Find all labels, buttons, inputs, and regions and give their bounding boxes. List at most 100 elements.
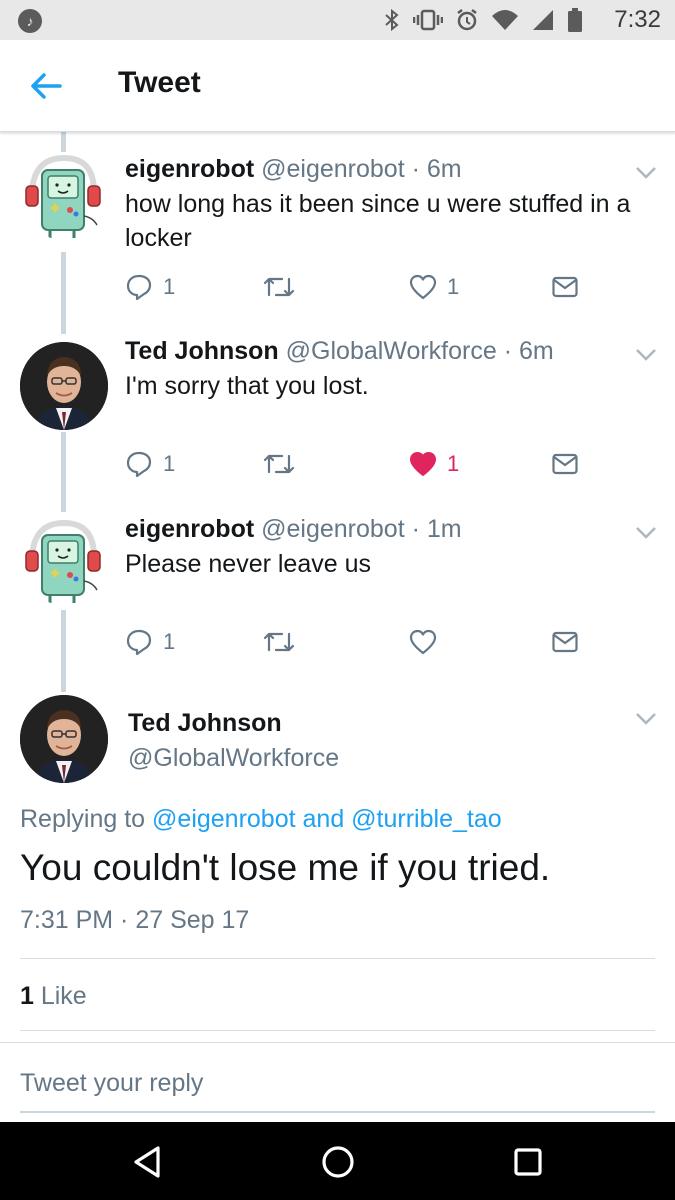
chevron-down-icon[interactable] (635, 526, 657, 540)
tweet-time: · 6m (496, 337, 554, 365)
tweet-actions: 1 1 (125, 272, 585, 302)
focused-author-name[interactable]: Ted Johnson (128, 709, 282, 738)
tweet-actions: 1 (125, 627, 585, 657)
author-handle[interactable]: @eigenrobot (261, 155, 405, 183)
dm-button[interactable] (551, 272, 579, 302)
bmo-avatar-icon (25, 519, 101, 603)
focused-tweet-text: You couldn't lose me if you tried. (20, 847, 551, 888)
chevron-down-icon[interactable] (635, 712, 657, 726)
back-arrow-icon (31, 73, 62, 99)
retweet-button[interactable] (262, 449, 306, 479)
mention-link[interactable]: @eigenrobot (152, 805, 296, 833)
tweet-time: · 1m (404, 515, 462, 543)
status-time: 7:32 (614, 6, 661, 33)
retweet-icon (263, 454, 295, 474)
retweet-icon (263, 277, 295, 297)
author-handle[interactable]: @eigenrobot (261, 515, 405, 543)
replying-to: Replying to @eigenrobot and @turrible_ta… (20, 805, 502, 834)
thread-tweet[interactable]: eigenrobot @eigenrobot · 1m Please never… (0, 512, 675, 692)
tweet-timestamp: 7:31 PM · 27 Sep 17 (20, 906, 250, 934)
nav-recents-icon (514, 1148, 542, 1176)
like-button[interactable]: 1 (409, 272, 459, 302)
vibrate-icon (413, 9, 443, 31)
nav-back-button[interactable] (128, 1142, 168, 1182)
signal-icon (533, 10, 553, 30)
tweet-time: · 6m (404, 155, 462, 183)
like-button[interactable] (409, 627, 447, 657)
likes-count: 1 (20, 982, 34, 1010)
reply-icon (126, 274, 152, 301)
dm-button[interactable] (551, 449, 579, 479)
replying-and: and (295, 805, 352, 833)
reply-icon (126, 451, 152, 478)
bmo-avatar-icon (25, 154, 101, 238)
author-name[interactable]: eigenrobot (125, 155, 254, 183)
nav-home-button[interactable] (318, 1142, 358, 1182)
replying-prefix: Replying to (20, 805, 153, 833)
tweet-text: Please never leave us (125, 550, 371, 578)
divider (20, 958, 655, 959)
dm-button[interactable] (551, 627, 579, 657)
like-count: 1 (447, 274, 460, 299)
retweet-button[interactable] (262, 627, 306, 657)
avatar[interactable] (20, 517, 108, 605)
thread-tweet[interactable]: Ted Johnson @GlobalWorkforce · 6m I'm so… (0, 332, 675, 512)
envelope-icon (552, 276, 578, 298)
music-icon: ♪ (18, 9, 42, 33)
status-bar: ♪ 7:32 (0, 0, 675, 40)
nav-recents-button[interactable] (508, 1142, 548, 1182)
alarm-icon (457, 9, 477, 31)
reply-button[interactable]: 1 (125, 449, 175, 479)
nav-home-icon (322, 1146, 354, 1178)
thread-tweet[interactable]: eigenrobot @eigenrobot · 6m how long has… (0, 132, 675, 332)
ted-johnson-avatar-icon (20, 342, 108, 430)
app-bar: Tweet (0, 40, 675, 132)
reply-button[interactable]: 1 (125, 272, 175, 302)
bluetooth-icon (385, 8, 399, 32)
mention-link[interactable]: @turrible_tao (351, 805, 501, 833)
chevron-down-icon[interactable] (635, 166, 657, 180)
reply-button[interactable]: 1 (125, 627, 175, 657)
tweet-actions: 1 1 (125, 449, 585, 479)
avatar[interactable] (20, 342, 108, 430)
reply-composer: Tweet your reply (0, 1042, 675, 1122)
like-count: 1 (447, 451, 460, 476)
author-name[interactable]: eigenrobot (125, 515, 254, 543)
reply-count: 1 (163, 451, 176, 476)
envelope-icon (552, 453, 578, 475)
chevron-down-icon[interactable] (635, 348, 657, 362)
retweet-button[interactable] (262, 272, 306, 302)
author-name[interactable]: Ted Johnson (125, 337, 279, 365)
like-button[interactable]: 1 (409, 449, 459, 479)
tweet-header: eigenrobot @eigenrobot · 1m (125, 515, 462, 544)
tweet-text: I'm sorry that you lost. (125, 372, 369, 400)
reply-input-underline (20, 1111, 655, 1113)
battery-icon (568, 8, 582, 32)
back-button[interactable] (22, 66, 72, 106)
avatar[interactable] (20, 152, 108, 240)
focused-author-handle[interactable]: @GlobalWorkforce (128, 744, 339, 773)
reply-icon (126, 629, 152, 656)
heart-icon (409, 274, 437, 300)
divider (20, 1030, 655, 1031)
ted-johnson-avatar-icon (20, 695, 108, 783)
retweet-icon (263, 632, 295, 652)
wifi-icon (492, 10, 518, 30)
heart-icon (409, 629, 437, 655)
envelope-icon (552, 631, 578, 653)
tweet-header: Ted Johnson @GlobalWorkforce · 6m (125, 337, 554, 366)
reply-count: 1 (163, 274, 176, 299)
heart-filled-icon (410, 452, 436, 476)
reply-count: 1 (163, 629, 176, 654)
android-nav-bar (0, 1122, 675, 1200)
reply-input[interactable]: Tweet your reply (20, 1069, 203, 1098)
tweet-header: eigenrobot @eigenrobot · 6m (125, 155, 462, 184)
page-title: Tweet (118, 66, 201, 99)
likes-label: Like (33, 982, 87, 1010)
status-icons (383, 0, 583, 40)
tweet-text: how long has it been since u were stuffe… (125, 190, 631, 252)
author-handle[interactable]: @GlobalWorkforce (286, 337, 497, 365)
nav-back-icon (134, 1146, 160, 1178)
likes-stat[interactable]: 1 Like (20, 982, 87, 1011)
avatar[interactable] (20, 695, 108, 783)
